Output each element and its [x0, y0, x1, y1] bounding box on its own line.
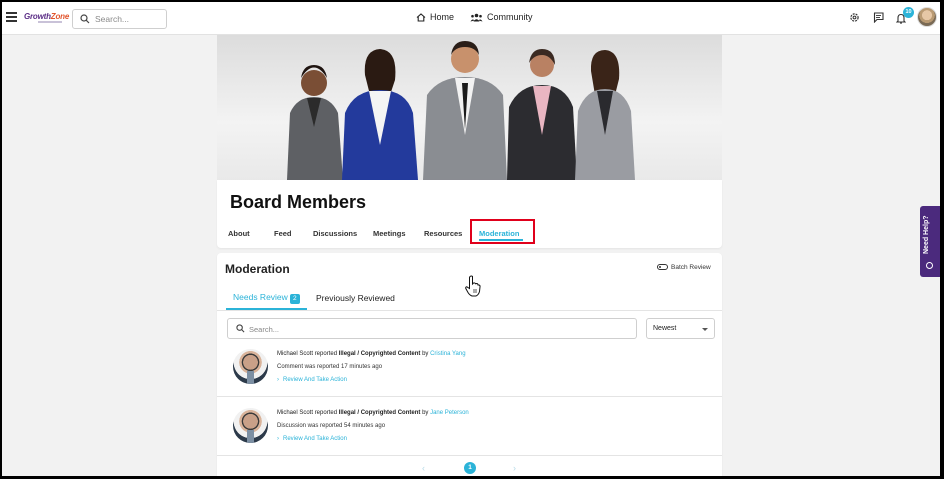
report-item: Michael Scott reported Illegal / Copyrig… — [217, 341, 722, 397]
moderation-title: Moderation — [225, 262, 290, 276]
report-item: Michael Scott reported Illegal / Copyrig… — [217, 400, 722, 456]
community-icon — [470, 13, 483, 22]
batch-review-label: Batch Review — [671, 264, 711, 271]
batch-review-toggle[interactable]: Batch Review — [657, 264, 711, 271]
tab-meetings[interactable]: Meetings — [373, 229, 406, 238]
needs-review-count-badge: 2 — [289, 294, 300, 304]
group-title: Board Members — [230, 192, 367, 212]
chevron-right-icon: › — [277, 377, 279, 383]
board-photo-illustration — [287, 41, 635, 180]
content-author-link[interactable]: Jane Peterson — [430, 410, 469, 416]
logo-tagline — [38, 21, 62, 23]
reporter-avatar[interactable] — [233, 349, 268, 384]
content-author-link[interactable]: Cristina Yang — [430, 351, 465, 357]
tab-feed[interactable]: Feed — [274, 229, 292, 238]
report-detail: Discussion was reported 54 minutes ago — [277, 423, 386, 429]
subtab-divider — [217, 310, 722, 311]
tab-needs-review[interactable]: Needs Review 2 — [233, 292, 300, 304]
menu-icon[interactable] — [6, 12, 17, 23]
global-search-input[interactable]: Search... — [72, 9, 167, 29]
tab-discussions[interactable]: Discussions — [313, 229, 357, 238]
search-icon — [236, 324, 245, 333]
page-number-current[interactable]: 1 — [464, 462, 476, 474]
reporter-name: Michael Scott — [277, 410, 314, 416]
global-search-placeholder: Search... — [95, 14, 130, 24]
chevron-right-icon: › — [277, 436, 279, 442]
growthzone-logo[interactable]: GrowthZone — [24, 12, 69, 21]
pagination: ‹ 1 › — [217, 460, 722, 476]
next-page-button[interactable]: › — [513, 463, 516, 473]
settings-gear-icon[interactable] — [849, 12, 860, 23]
group-banner-image — [217, 35, 722, 180]
report-summary: Michael Scott reported Illegal / Copyrig… — [277, 351, 466, 357]
prev-page-button[interactable]: ‹ — [422, 463, 425, 473]
nav-community-link[interactable]: Community — [470, 12, 533, 22]
home-icon — [416, 13, 426, 22]
report-detail: Comment was reported 17 minutes ago — [277, 364, 383, 370]
top-bar: GrowthZone Search... Home Community 10 — [2, 2, 940, 35]
need-help-label: Need Help? — [923, 215, 930, 254]
review-action-link[interactable]: › Review And Take Action — [277, 436, 347, 442]
moderation-search-input[interactable]: Search... — [227, 318, 637, 339]
search-icon — [80, 14, 90, 24]
moderation-tab-highlight — [470, 219, 535, 244]
nav-home-link[interactable]: Home — [416, 12, 454, 22]
sort-dropdown[interactable]: Newest — [646, 318, 715, 339]
tab-about[interactable]: About — [228, 229, 250, 238]
notification-count-badge: 10 — [903, 7, 914, 18]
moderation-search-placeholder: Search... — [249, 325, 280, 334]
report-category: Illegal / Copyrighted Content — [338, 410, 421, 416]
help-icon — [926, 262, 933, 269]
messages-icon[interactable] — [873, 12, 884, 23]
need-help-tab[interactable]: Need Help? — [920, 206, 940, 277]
tab-previously-reviewed[interactable]: Previously Reviewed — [316, 293, 395, 303]
user-avatar[interactable] — [917, 7, 937, 27]
report-summary: Michael Scott reported Illegal / Copyrig… — [277, 410, 469, 416]
review-action-link[interactable]: › Review And Take Action — [277, 377, 347, 383]
toggle-icon[interactable] — [657, 264, 668, 270]
report-category: Illegal / Copyrighted Content — [338, 351, 421, 357]
chevron-down-icon — [702, 328, 708, 331]
tab-resources[interactable]: Resources — [424, 229, 462, 238]
hand-pointer-cursor-icon — [465, 275, 481, 297]
reporter-name: Michael Scott — [277, 351, 314, 357]
sort-selected-value: Newest — [653, 325, 677, 332]
reporter-avatar[interactable] — [233, 408, 268, 443]
